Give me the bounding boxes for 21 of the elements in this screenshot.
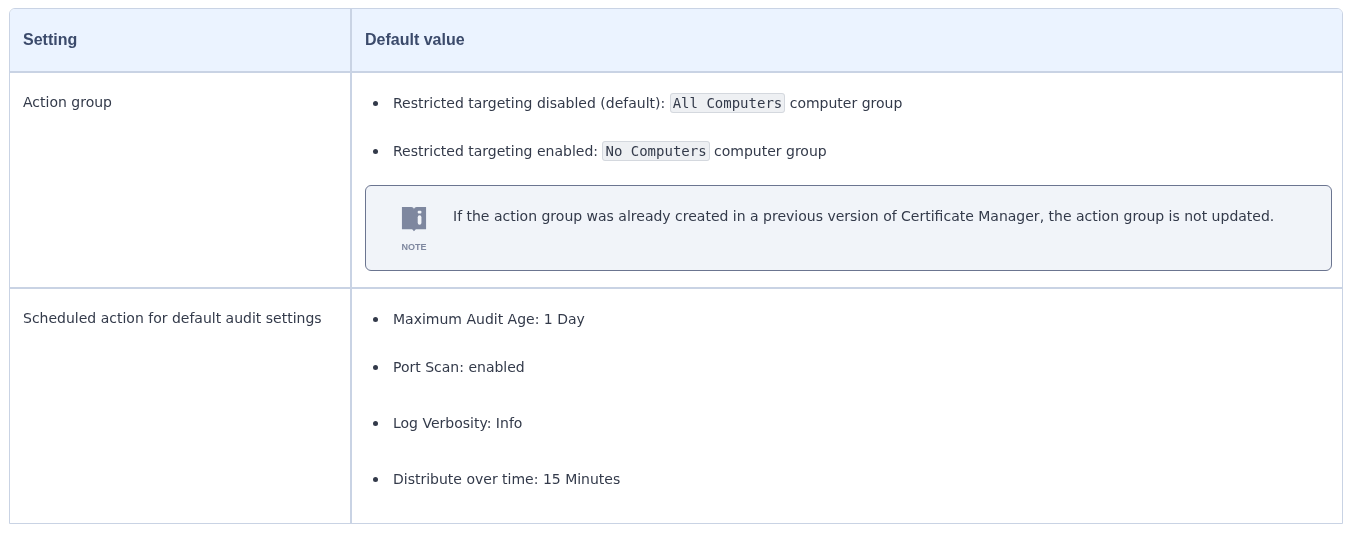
- list-item-text: Restricted targeting enabled: No Computers computer group: [393, 143, 827, 159]
- list-item-text: Restricted targeting disabled (default): All Computers computer group: [393, 95, 903, 111]
- note-text: If the action group was already created in a previous version of Certificate Manager, the action group is not updated.: [453, 207, 1275, 226]
- table-cell: Action group: [10, 72, 351, 288]
- note-label: NOTE: [401, 242, 427, 252]
- bullet-icon: [373, 364, 378, 370]
- bullet-icon: [373, 100, 378, 106]
- inline-code: No Computers: [602, 141, 710, 161]
- column-header: Default value: [351, 9, 1342, 72]
- list-item-text: Log Verbosity: Info: [393, 415, 523, 431]
- table-cell: Scheduled action for default audit settings: [10, 288, 351, 523]
- inline-code: All Computers: [669, 93, 786, 113]
- bullet-icon: [373, 316, 378, 322]
- bullet-icon: [373, 420, 378, 426]
- list-item-text: Distribute over time: 15 Minutes: [393, 471, 621, 487]
- list-item-text: Maximum Audit Age: 1 Day: [393, 311, 585, 327]
- list-item-text: Port Scan: enabled: [393, 359, 525, 375]
- bullet-icon: [373, 148, 378, 154]
- book-info-icon: [401, 206, 427, 234]
- bullet-icon: [373, 476, 378, 482]
- column-header: Setting: [10, 9, 351, 72]
